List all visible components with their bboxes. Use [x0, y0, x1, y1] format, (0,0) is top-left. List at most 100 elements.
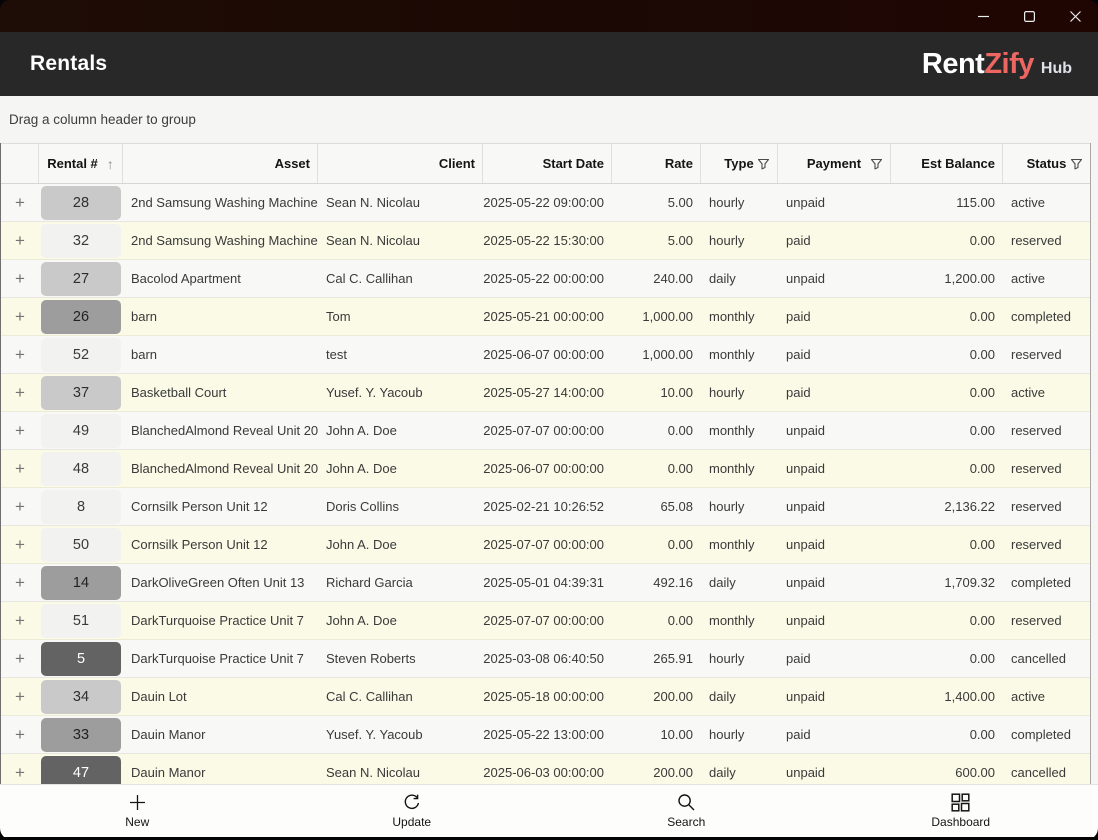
table-row[interactable]: +50Cornsilk Person Unit 12John A. Doe202…: [1, 526, 1090, 564]
cell-status: reserved: [1003, 488, 1090, 525]
row-expand-button[interactable]: +: [1, 526, 39, 563]
cell-type: hourly: [701, 374, 778, 411]
row-expand-button[interactable]: +: [1, 602, 39, 639]
cell-type: monthly: [701, 298, 778, 335]
table-row[interactable]: +48BlanchedAlmond Reveal Unit 20John A. …: [1, 450, 1090, 488]
column-header-client[interactable]: Client: [318, 144, 483, 183]
row-expand-button[interactable]: +: [1, 754, 39, 784]
table-row[interactable]: +282nd Samsung Washing MachineSean N. Ni…: [1, 184, 1090, 222]
cell-start_date: 2025-06-03 00:00:00: [483, 754, 612, 784]
column-header-start_date[interactable]: Start Date: [483, 144, 612, 183]
row-expand-button[interactable]: +: [1, 222, 39, 259]
cell-start_date: 2025-05-22 15:30:00: [483, 222, 612, 259]
row-expand-button[interactable]: +: [1, 374, 39, 411]
row-expand-button[interactable]: +: [1, 336, 39, 373]
table-row[interactable]: +26barnTom2025-05-21 00:00:001,000.00mon…: [1, 298, 1090, 336]
cell-type: hourly: [701, 222, 778, 259]
cell-payment: paid: [778, 640, 891, 677]
row-expand-button[interactable]: +: [1, 412, 39, 449]
table-row[interactable]: +47Dauin ManorSean N. Nicolau2025-06-03 …: [1, 754, 1090, 784]
group-by-panel[interactable]: Drag a column header to group: [0, 96, 1098, 143]
table-row[interactable]: +49BlanchedAlmond Reveal Unit 20John A. …: [1, 412, 1090, 450]
column-header-payment[interactable]: Payment: [778, 144, 891, 183]
table-row[interactable]: +14DarkOliveGreen Often Unit 13Richard G…: [1, 564, 1090, 602]
column-header-rental_no[interactable]: Rental #↑: [39, 144, 123, 183]
cell-asset: Dauin Manor: [123, 716, 318, 753]
cell-start_date: 2025-06-07 00:00:00: [483, 450, 612, 487]
cell-rate: 0.00: [612, 526, 701, 563]
table-row[interactable]: +37Basketball CourtYusef. Y. Yacoub2025-…: [1, 374, 1090, 412]
column-header-est_balance[interactable]: Est Balance: [891, 144, 1003, 183]
cell-rate: 5.00: [612, 184, 701, 221]
column-header-label: Payment: [807, 156, 861, 171]
row-expand-button[interactable]: +: [1, 678, 39, 715]
close-button[interactable]: [1052, 0, 1098, 32]
dashboard-button[interactable]: Dashboard: [824, 785, 1098, 837]
cell-payment: unpaid: [778, 488, 891, 525]
filter-funnel-icon[interactable]: [870, 157, 883, 170]
cell-start_date: 2025-02-21 10:26:52: [483, 488, 612, 525]
cell-rental_no: 32: [39, 222, 123, 259]
cell-type: monthly: [701, 450, 778, 487]
table-row[interactable]: +34Dauin LotCal C. Callihan2025-05-18 00…: [1, 678, 1090, 716]
table-row[interactable]: +5DarkTurquoise Practice Unit 7Steven Ro…: [1, 640, 1090, 678]
table-row[interactable]: +27Bacolod ApartmentCal C. Callihan2025-…: [1, 260, 1090, 298]
update-button[interactable]: Update: [275, 785, 550, 837]
cell-rate: 0.00: [612, 450, 701, 487]
new-button[interactable]: New: [0, 785, 275, 837]
maximize-button[interactable]: [1006, 0, 1052, 32]
cell-status: reserved: [1003, 222, 1090, 259]
row-expand-button[interactable]: +: [1, 488, 39, 525]
grid-header: Rental #↑AssetClientStart DateRateType Pa…: [1, 143, 1090, 184]
column-header-type[interactable]: Type: [701, 144, 778, 183]
cell-payment: unpaid: [778, 678, 891, 715]
cell-start_date: 2025-05-21 00:00:00: [483, 298, 612, 335]
search-button[interactable]: Search: [549, 785, 824, 837]
row-expand-button[interactable]: +: [1, 564, 39, 601]
cell-est_balance: 600.00: [891, 754, 1003, 784]
rental-number-badge: 8: [41, 490, 121, 524]
filter-funnel-icon[interactable]: [757, 157, 770, 170]
column-header-status[interactable]: Status: [1003, 144, 1090, 183]
cell-status: active: [1003, 184, 1090, 221]
cell-rate: 0.00: [612, 602, 701, 639]
cell-client: Steven Roberts: [318, 640, 483, 677]
filter-funnel-icon[interactable]: [1070, 157, 1083, 170]
cell-start_date: 2025-07-07 00:00:00: [483, 412, 612, 449]
row-expand-button[interactable]: +: [1, 716, 39, 753]
close-icon: [1070, 11, 1081, 22]
rental-number-badge: 28: [41, 186, 121, 220]
rental-number-badge: 49: [41, 414, 121, 448]
cell-start_date: 2025-05-01 04:39:31: [483, 564, 612, 601]
cell-asset: DarkTurquoise Practice Unit 7: [123, 602, 318, 639]
cell-type: hourly: [701, 716, 778, 753]
cell-client: Doris Collins: [318, 488, 483, 525]
column-header-rate[interactable]: Rate: [612, 144, 701, 183]
row-expand-button[interactable]: +: [1, 260, 39, 297]
cell-rate: 240.00: [612, 260, 701, 297]
cell-rate: 10.00: [612, 716, 701, 753]
row-expand-button[interactable]: +: [1, 298, 39, 335]
cell-payment: unpaid: [778, 260, 891, 297]
table-row[interactable]: +51DarkTurquoise Practice Unit 7John A. …: [1, 602, 1090, 640]
table-row[interactable]: +322nd Samsung Washing MachineSean N. Ni…: [1, 222, 1090, 260]
table-row[interactable]: +8Cornsilk Person Unit 12Doris Collins20…: [1, 488, 1090, 526]
row-expand-button[interactable]: +: [1, 450, 39, 487]
minimize-button[interactable]: [960, 0, 1006, 32]
column-header-asset[interactable]: Asset: [123, 144, 318, 183]
table-row[interactable]: +33Dauin ManorYusef. Y. Yacoub2025-05-22…: [1, 716, 1090, 754]
cell-type: daily: [701, 678, 778, 715]
cell-est_balance: 0.00: [891, 602, 1003, 639]
toolbar-button-label: Search: [667, 815, 705, 829]
column-header-expander[interactable]: [1, 144, 39, 183]
row-expand-button[interactable]: +: [1, 640, 39, 677]
cell-client: Cal C. Callihan: [318, 678, 483, 715]
cell-asset: barn: [123, 336, 318, 373]
table-row[interactable]: +52barntest2025-06-07 00:00:001,000.00mo…: [1, 336, 1090, 374]
row-expand-button[interactable]: +: [1, 184, 39, 221]
bottom-toolbar: NewUpdate Search Dashboard: [0, 784, 1098, 837]
cell-status: completed: [1003, 716, 1090, 753]
cell-rental_no: 51: [39, 602, 123, 639]
cell-asset: 2nd Samsung Washing Machine: [123, 184, 318, 221]
app-logo: RentZifyHub: [922, 48, 1072, 81]
